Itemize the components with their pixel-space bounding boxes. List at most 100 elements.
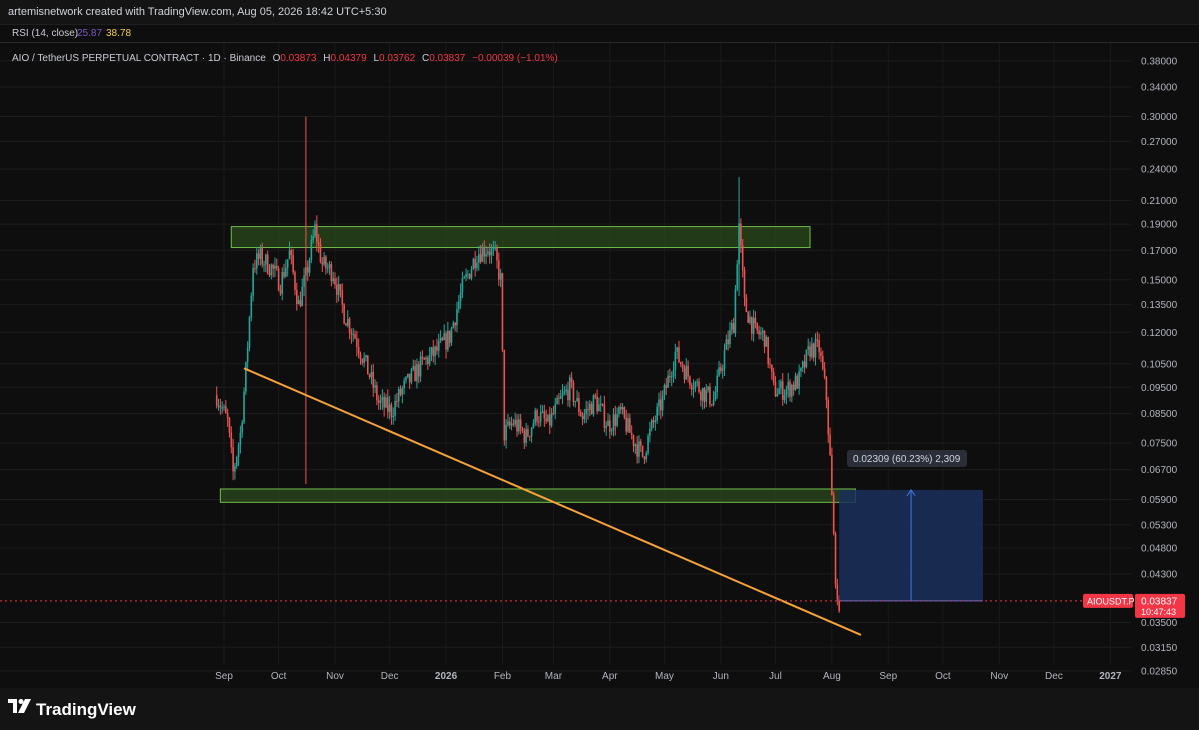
candle-body: [332, 278, 334, 282]
candle-body: [507, 421, 509, 425]
candle-body: [636, 444, 638, 457]
candle-body: [241, 422, 243, 433]
candle-body: [687, 365, 689, 377]
candle-body: [729, 329, 731, 345]
price-tick-label: 0.06700: [1141, 465, 1178, 476]
candle-body: [598, 404, 600, 412]
candle-body: [463, 277, 466, 279]
candle-body: [658, 399, 660, 407]
symbol-legend[interactable]: AIO / TetherUS PERPETUAL CONTRACT · 1D ·…: [12, 53, 558, 64]
candle-body: [649, 428, 651, 436]
candle-body: [283, 271, 285, 277]
candle-body: [354, 334, 356, 339]
candle-body: [781, 381, 784, 400]
measure-tool[interactable]: 0.02309 (60.23%) 2,309: [839, 450, 983, 602]
candle-body: [554, 404, 557, 414]
candle-body: [614, 414, 617, 426]
tradingview-brand[interactable]: TradingView: [36, 700, 136, 720]
candle-body: [534, 410, 537, 424]
resistance-zone[interactable]: [230, 226, 811, 249]
candles: [215, 215, 840, 613]
candle-body: [288, 250, 291, 260]
candle-body: [372, 371, 375, 388]
candle-body: [572, 382, 575, 403]
candle-body: [585, 409, 587, 414]
candle-body: [609, 420, 611, 432]
last-price-value: 0.03837: [1141, 596, 1178, 607]
price-chart[interactable]: 0.02309 (60.23%) 2,309 0.380000.340000.3…: [0, 0, 1199, 690]
time-tick-label: Feb: [494, 671, 512, 682]
candle-body: [472, 258, 475, 270]
price-tick-label: 0.19000: [1141, 220, 1178, 231]
candle-body: [512, 423, 515, 425]
candle-body: [743, 270, 746, 298]
candle-body: [401, 387, 404, 395]
candle-body: [607, 420, 609, 427]
candle-body: [356, 338, 358, 347]
bar-countdown: 10:47:43: [1141, 607, 1176, 617]
candle-body: [321, 262, 324, 265]
candle-body: [723, 349, 726, 369]
candle-body: [414, 365, 416, 382]
candle-body: [336, 284, 338, 296]
time-tick-label: Oct: [271, 671, 287, 682]
candle-body: [538, 421, 540, 423]
candle-body: [405, 377, 407, 381]
candle-body: [690, 385, 693, 390]
price-tick-label: 0.38000: [1141, 56, 1178, 67]
candle-body: [734, 289, 737, 334]
candle-body: [516, 419, 518, 432]
close-value: 0.03837: [429, 53, 466, 64]
candle-body: [639, 441, 642, 446]
candle-body: [370, 371, 373, 378]
price-tick-label: 0.04300: [1141, 570, 1178, 581]
candle-body: [552, 413, 555, 415]
candle-body: [228, 418, 231, 433]
candle-body: [254, 268, 256, 270]
candle-body: [436, 346, 438, 351]
candle-body: [357, 346, 360, 354]
candle-body: [410, 369, 413, 383]
price-tick-label: 0.17000: [1141, 246, 1178, 257]
candle-body: [474, 258, 476, 269]
candle-body: [632, 435, 635, 447]
candle-body: [265, 254, 267, 265]
candle-body: [709, 386, 711, 405]
candle-body: [503, 349, 506, 441]
candle-body: [443, 333, 446, 340]
candle-body: [539, 412, 542, 422]
candle-body: [681, 364, 684, 369]
candle-body: [383, 397, 385, 408]
candle-body: [476, 262, 478, 269]
candle-body: [397, 389, 400, 402]
price-axis[interactable]: 0.38000 0.34000 0.30000 0.27000 0.24000 0.210…: [1141, 56, 1178, 677]
candle-body: [225, 406, 227, 414]
candle-body: [352, 334, 355, 336]
last-price-tag: AIOUSDT.P 0.0383710:47:43: [1083, 593, 1185, 618]
candle-body: [248, 317, 251, 348]
price-tick-label: 0.30000: [1141, 112, 1178, 123]
candle-body: [407, 373, 409, 378]
candle-body: [825, 377, 828, 401]
candle-body: [450, 328, 453, 343]
symbol-tag: AIOUSDT.P: [1087, 596, 1135, 606]
candle-body: [685, 365, 688, 380]
candle-body: [392, 415, 395, 418]
candle-body: [832, 495, 835, 534]
candle-body: [541, 411, 544, 413]
candle-body: [834, 533, 837, 585]
symbol-title[interactable]: AIO / TetherUS PERPETUAL CONTRACT · 1D ·…: [12, 53, 266, 64]
time-tick-label: Oct: [935, 671, 951, 682]
time-tick-label: Sep: [215, 671, 233, 682]
candle-body: [692, 388, 695, 390]
candle-body: [279, 290, 282, 294]
candle-body: [576, 398, 578, 402]
candle-body: [266, 254, 269, 274]
price-tick-label: 0.03150: [1141, 643, 1178, 654]
time-axis[interactable]: Sep Oct Nov Dec 2026 Feb Mar Apr May Jun Jul Aug Sep…: [215, 671, 1122, 682]
candle-body: [578, 398, 580, 413]
price-tick-label: 0.02850: [1141, 666, 1178, 677]
candle-body: [809, 346, 811, 357]
candle-body: [796, 375, 799, 389]
candle-body: [663, 385, 666, 396]
